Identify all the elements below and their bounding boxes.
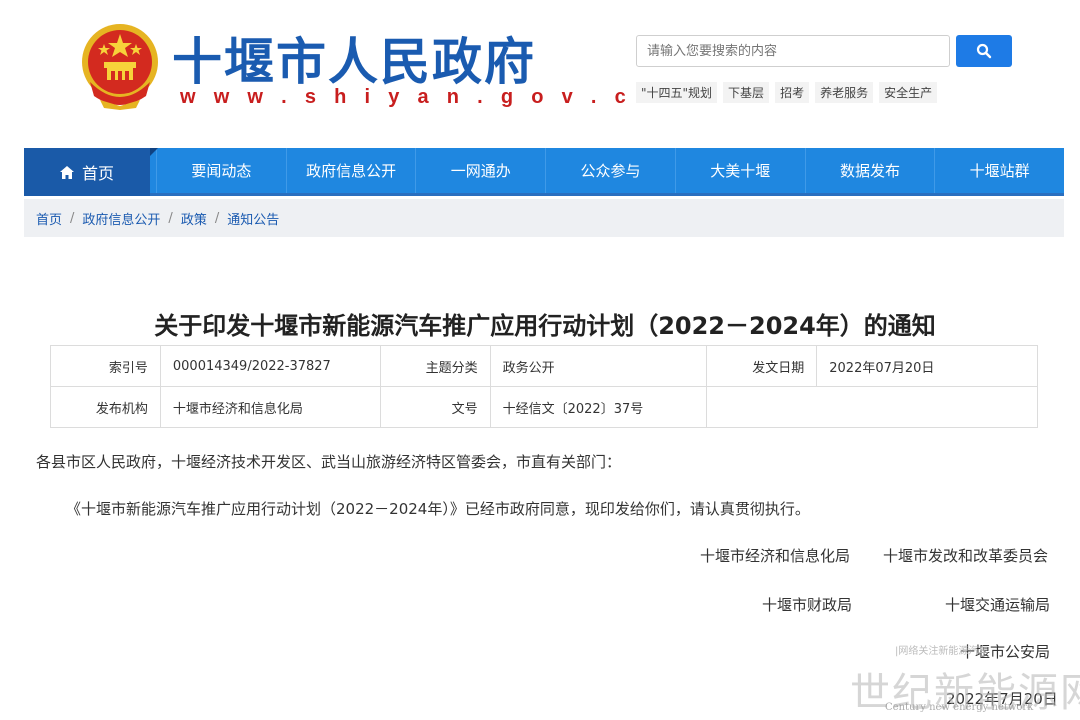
search-icon xyxy=(976,43,992,59)
search-input[interactable] xyxy=(636,35,950,67)
breadcrumb-separator: / xyxy=(214,210,220,226)
nav-item-gov-info[interactable]: 政府信息公开 xyxy=(285,148,416,193)
home-icon xyxy=(59,165,74,179)
site-url: w w w . s h i y a n . g o v . c n xyxy=(180,86,663,108)
date-label: 发文日期 xyxy=(706,345,818,387)
doc-number-label: 文号 xyxy=(379,386,491,428)
org-label: 发布机构 xyxy=(50,386,161,428)
main-nav: 首页 要闻动态 政府信息公开 一网通办 公众参与 大美十堰 数据发布 十堰站群 xyxy=(24,148,1064,196)
topic-value: 政务公开 xyxy=(489,345,708,387)
hotword-link[interactable]: 招考 xyxy=(775,82,810,103)
breadcrumb-link-gov-info[interactable]: 政府信息公开 xyxy=(82,209,160,228)
nav-home-label: 首页 xyxy=(81,164,114,183)
hot-keywords: "十四五"规划 下基层 招考 养老服务 安全生产 xyxy=(636,82,938,103)
table-row: 索引号 000014349/2022-37827 主题分类 政务公开 发文日期 … xyxy=(50,345,1038,387)
doc-number-value: 十经信文〔2022〕37号 xyxy=(489,386,708,428)
nav-item-home[interactable]: 首页 xyxy=(24,148,158,196)
breadcrumb: 首页 / 政府信息公开 / 政策 / 通知公告 xyxy=(24,199,1064,237)
breadcrumb-separator: / xyxy=(168,210,173,226)
signatory: 十堰市经济和信息化局 xyxy=(700,547,851,565)
breadcrumb-separator: / xyxy=(70,210,75,226)
nav-item-services[interactable]: 一网通办 xyxy=(415,148,545,193)
site-title: 十堰市人民政府 xyxy=(172,32,536,91)
signatory: 十堰市发改和改革委员会 xyxy=(883,547,1049,565)
signatory: 十堰交通运输局 xyxy=(945,596,1051,614)
watermark-caption: |网络关注新能源汽车 xyxy=(895,646,989,657)
hotword-link[interactable]: 下基层 xyxy=(723,82,770,103)
breadcrumb-link-notices[interactable]: 通知公告 xyxy=(227,209,279,228)
breadcrumb-link-home[interactable]: 首页 xyxy=(36,209,62,228)
salutation: 各县市区人民政府，十堰经济技术开发区、武当山旅游经济特区管委会，市直有关部门： xyxy=(36,453,622,471)
article-title: 关于印发十堰市新能源汽车推广应用行动计划（2022－2024年）的通知 xyxy=(154,312,936,340)
nav-item-beautiful-shiyan[interactable]: 大美十堰 xyxy=(674,148,805,193)
document-meta-table: 索引号 000014349/2022-37827 主题分类 政务公开 发文日期 … xyxy=(50,345,1038,428)
table-row: 发布机构 十堰市经济和信息化局 文号 十经信文〔2022〕37号 xyxy=(50,386,1038,428)
nav-item-data-release[interactable]: 数据发布 xyxy=(804,148,935,193)
index-value: 000014349/2022-37827 xyxy=(159,345,381,387)
hotword-link[interactable]: 安全生产 xyxy=(879,82,938,103)
watermark-english: Century new energy network xyxy=(885,702,1034,713)
hotword-link[interactable]: 养老服务 xyxy=(815,82,874,103)
site-header: 十堰市人民政府 w w w . s h i y a n . g o v . c … xyxy=(0,0,1080,140)
index-label: 索引号 xyxy=(50,345,161,387)
signatory: 十堰市财政局 xyxy=(762,596,853,614)
hotword-link[interactable]: "十四五"规划 xyxy=(636,82,718,103)
nav-item-news[interactable]: 要闻动态 xyxy=(156,148,286,193)
search-button[interactable] xyxy=(956,35,1012,67)
topic-label: 主题分类 xyxy=(379,345,491,387)
empty-cell xyxy=(706,386,1038,428)
date-value: 2022年07月20日 xyxy=(816,345,1038,387)
nav-item-site-group[interactable]: 十堰站群 xyxy=(934,148,1064,193)
national-emblem-icon xyxy=(82,24,158,110)
nav-item-participation[interactable]: 公众参与 xyxy=(545,148,675,193)
body-paragraph: 《十堰市新能源汽车推广应用行动计划（2022－2024年）》已经市政府同意，现印… xyxy=(66,500,810,518)
breadcrumb-link-policy[interactable]: 政策 xyxy=(181,209,207,228)
org-value: 十堰市经济和信息化局 xyxy=(159,386,381,428)
